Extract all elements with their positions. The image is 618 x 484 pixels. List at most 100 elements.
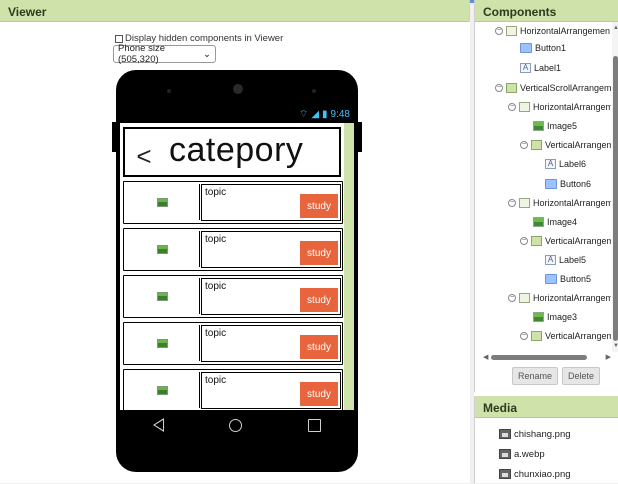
topic-label: topic — [205, 281, 227, 292]
tree-item[interactable]: − HorizontalArrangemen — [495, 26, 610, 36]
tree-item-label: VerticalArrangem — [545, 236, 611, 246]
image-cell — [126, 325, 200, 361]
tree-item[interactable]: − HorizontalArrangem — [508, 102, 611, 112]
collapse-icon[interactable]: − — [495, 27, 503, 35]
tree-item[interactable]: A Label1 — [520, 63, 561, 73]
tree-item[interactable]: − HorizontalArrangem — [508, 293, 611, 303]
phone-frame: ⌔ ◢ ▮ 9:48 < catepory topic study topic … — [116, 70, 358, 472]
collapse-icon[interactable]: − — [508, 103, 516, 111]
right-column: Components − HorizontalArrangemen Button… — [474, 0, 618, 483]
image-icon — [157, 291, 168, 301]
media-file-name: chunxiao.png — [514, 468, 571, 480]
viewer-panel: Viewer Display hidden components in View… — [0, 0, 470, 483]
checkbox-box[interactable] — [115, 34, 123, 43]
scroll-right-icon[interactable]: ▶ — [606, 353, 611, 361]
study-button[interactable]: study — [300, 288, 338, 312]
speaker-icon — [167, 89, 171, 93]
camera-icon — [233, 84, 243, 94]
row-body: topic study — [201, 231, 341, 268]
collapse-icon[interactable]: − — [495, 84, 503, 92]
tree-item-label: VerticalScrollArrangem — [520, 83, 611, 93]
nav-recents-icon[interactable] — [308, 418, 322, 432]
components-vertical-scrollbar[interactable]: ▲ ▼ — [612, 22, 618, 352]
vertical-arrangement-icon — [531, 140, 542, 150]
row-body: topic study — [201, 372, 341, 409]
phone-size-select[interactable]: Phone size (505,320) ⌄ — [113, 43, 216, 65]
tree-item-label: Button6 — [560, 179, 592, 189]
status-bar: ⌔ ◢ ▮ 9:48 — [120, 105, 354, 123]
components-horizontal-scrollbar[interactable]: ◀ ▶ — [483, 352, 611, 362]
image-icon — [533, 312, 544, 322]
label-icon: A — [545, 159, 556, 169]
components-tree[interactable]: − HorizontalArrangemen Button1 A Label1 … — [475, 22, 611, 352]
tree-item-label: Label5 — [559, 255, 587, 265]
tree-item[interactable]: Image3 — [533, 312, 577, 322]
components-actions: Rename Delete — [512, 367, 601, 385]
tree-item[interactable]: A Label6 — [545, 159, 586, 169]
tree-item[interactable]: − VerticalArrangem — [520, 236, 611, 246]
study-button[interactable]: study — [300, 194, 338, 218]
wifi-icon: ⌔ — [298, 108, 309, 120]
delete-button[interactable]: Delete — [562, 367, 601, 385]
media-list: chishang.png a.webp chunxiao.png — [499, 424, 571, 484]
rename-button[interactable]: Rename — [512, 367, 559, 385]
image-cell — [126, 231, 200, 267]
collapse-icon[interactable]: − — [508, 199, 516, 207]
collapse-icon[interactable]: − — [520, 141, 528, 149]
image-file-icon — [499, 469, 511, 479]
nav-home-icon[interactable] — [229, 418, 243, 432]
components-header: Components — [475, 0, 618, 22]
tree-item[interactable]: Image5 — [533, 121, 577, 131]
scroll-down-icon[interactable]: ▼ — [613, 343, 618, 349]
phone-size-value: Phone size (505,320) — [118, 43, 166, 65]
tree-item[interactable]: A Label5 — [545, 255, 586, 265]
label-icon: A — [520, 63, 531, 73]
scroll-thumb[interactable] — [613, 56, 618, 341]
tree-item-label: Button1 — [535, 43, 567, 53]
image-icon — [157, 338, 168, 348]
back-button[interactable]: < — [127, 139, 161, 173]
study-button[interactable]: study — [300, 335, 338, 359]
tree-item-label: VerticalArrangem — [545, 331, 611, 341]
horizontal-arrangement-icon — [519, 198, 530, 208]
button-icon — [545, 179, 557, 189]
image-cell — [126, 372, 200, 408]
media-file[interactable]: chunxiao.png — [499, 464, 571, 484]
title-row: < catepory — [123, 127, 341, 177]
topic-label: topic — [205, 187, 227, 198]
tree-item[interactable]: Button5 — [545, 274, 591, 284]
horizontal-arrangement-icon — [519, 102, 530, 112]
image-icon — [533, 217, 544, 227]
tree-item-label: Image3 — [547, 312, 578, 322]
vertical-scroll-arrangement-rail — [344, 123, 354, 415]
tree-item[interactable]: − VerticalArrangem — [520, 331, 611, 341]
scroll-left-icon[interactable]: ◀ — [483, 353, 488, 361]
collapse-icon[interactable]: − — [520, 332, 528, 340]
media-file[interactable]: a.webp — [499, 444, 571, 464]
tree-item-label: HorizontalArrangem — [533, 198, 611, 208]
rows-container: topic study topic study topic study topi… — [123, 181, 343, 412]
tree-item[interactable]: − VerticalArrangem — [520, 140, 611, 150]
nav-back-icon[interactable] — [152, 418, 164, 432]
list-item: topic study — [123, 181, 343, 224]
tree-item[interactable]: Image4 — [533, 217, 577, 227]
topic-label: topic — [205, 234, 227, 245]
signal-icon: ◢ — [311, 108, 320, 120]
collapse-icon[interactable]: − — [520, 237, 528, 245]
tree-item[interactable]: − HorizontalArrangem — [508, 198, 611, 208]
study-button[interactable]: study — [300, 241, 338, 265]
scroll-thumb[interactable] — [491, 355, 587, 360]
tree-item[interactable]: Button6 — [545, 179, 591, 189]
media-header: Media — [475, 396, 618, 418]
scroll-up-icon[interactable]: ▲ — [613, 25, 618, 31]
tree-item[interactable]: − VerticalScrollArrangem — [495, 83, 611, 93]
tree-item[interactable]: Button1 — [520, 43, 566, 53]
android-nav-bar — [120, 410, 354, 440]
study-button[interactable]: study — [300, 382, 338, 406]
media-file[interactable]: chishang.png — [499, 424, 571, 444]
tree-item-label: HorizontalArrangem — [533, 293, 611, 303]
collapse-icon[interactable]: − — [508, 294, 516, 302]
button-icon — [545, 274, 557, 284]
row-body: topic study — [201, 278, 341, 315]
image-file-icon — [499, 429, 511, 439]
